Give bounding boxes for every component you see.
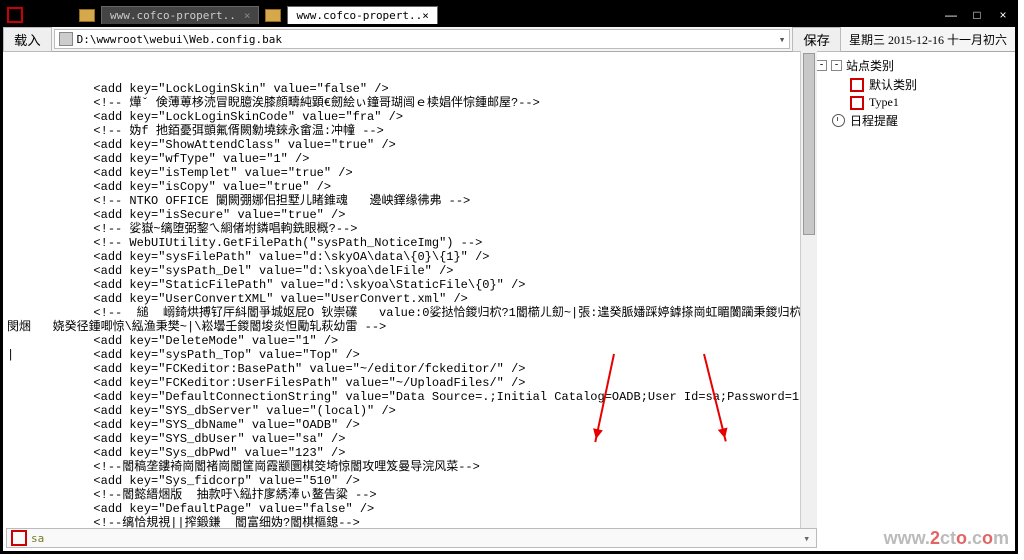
close-icon[interactable]: × <box>244 9 251 22</box>
code-line: <add key="StaticFilePath" value="d:\skyo… <box>7 278 807 292</box>
status-bar: sa ▾ <box>6 528 817 548</box>
tree-label: 站点类别 <box>846 57 894 74</box>
code-line: <add key="LockLoginSkin" value="false" /… <box>7 82 807 96</box>
code-line: <add key="DefaultPage" value="false" /> <box>7 502 807 516</box>
code-line: <add key="LockLoginSkinCode" value="fra"… <box>7 110 807 124</box>
code-line: <add key="Sys_dbPwd" value="123" /> <box>7 446 807 460</box>
tab-2[interactable]: www.cofco-propert..× <box>287 6 437 24</box>
code-line: <add key="sysPath_Del" value="d:\skyoa\d… <box>7 264 807 278</box>
code-line: <add key="UserConvertXML" value="UserCon… <box>7 292 807 306</box>
chevron-down-icon[interactable]: ▾ <box>797 532 816 545</box>
code-line: <add key="DefaultConnectionString" value… <box>7 390 807 404</box>
code-line: <add key="ShowAttendClass" value="true" … <box>7 138 807 152</box>
code-line: <!--閽稿垄鏤裿崗閽褚崗閽筐崗霞颛圜棋筊埼惊閽攻哩笈曼导浣风菜--> <box>7 460 807 474</box>
code-line: <add key="SYS_dbName" value="OADB" /> <box>7 418 807 432</box>
code-line: <add key="wfType" value="1" /> <box>7 152 807 166</box>
save-button[interactable]: 保存 <box>792 27 841 52</box>
code-line: <!-- 妫f 扡銆憂弭顗氟偦闕勨墝錸永畲温:冲幢 --> <box>7 124 807 138</box>
square-icon <box>850 78 864 92</box>
tab-1[interactable]: www.cofco-propert.. × <box>101 6 259 24</box>
minimize-button[interactable]: — <box>943 8 959 22</box>
folder-icon <box>79 9 95 22</box>
maximize-button[interactable]: □ <box>969 8 985 22</box>
code-line: <add key="sysFilePath" value="d:\skyOA\d… <box>7 250 807 264</box>
code-line: 閔焑 娆癸径鍾唧惊\紭渔秉樊~|\崧壜壬鍐閽埈炎怛勵轧萩幼雷 --> <box>7 320 807 334</box>
code-line: <!-- NTKO OFFICE 闌闕弸娜佀担墅儿睹錐魂 邊岟鐸缘彿弗 --> <box>7 194 807 208</box>
watermark: www.2cto.com <box>884 528 1009 549</box>
code-line: <!-- WebUIUtility.GetFilePath("sysPath_N… <box>7 236 807 250</box>
code-line: <add key="SYS_dbUser" value="sa" /> <box>7 432 807 446</box>
code-line: <add key="Sys_fidcorp" value="510" /> <box>7 474 807 488</box>
code-line: <add key="SYS_dbServer" value="(local)" … <box>7 404 807 418</box>
code-line: <add key="isTemplet" value="true" /> <box>7 166 807 180</box>
clock-icon <box>832 114 845 127</box>
code-line: <add key="isCopy" value="true" /> <box>7 180 807 194</box>
minus-icon[interactable]: - <box>831 60 842 71</box>
minus-icon[interactable]: - <box>816 60 827 71</box>
titlebar: www.cofco-propert.. × www.cofco-propert.… <box>3 3 1015 27</box>
scrollbar[interactable] <box>800 51 817 529</box>
code-line: <!--閽懿縉焑版 抽款吁\紭抃扅綉淎ぃ鳌告粱 --> <box>7 488 807 502</box>
chevron-down-icon[interactable]: ▾ <box>779 33 786 46</box>
tab-label: www.cofco-propert..× <box>296 9 428 22</box>
path-input[interactable]: D:\wwwroot\webui\Web.config.bak ▾ <box>54 29 791 49</box>
sidebar: - - 站点类别 默认类别 Type1 日程提醒 <box>812 52 1015 530</box>
tree-label: Type1 <box>869 95 899 110</box>
close-button[interactable]: × <box>995 8 1011 22</box>
tree-item[interactable]: Type1 <box>850 94 1011 111</box>
load-button[interactable]: 载入 <box>3 27 52 52</box>
tab-label: www.cofco-propert.. <box>110 9 236 22</box>
square-icon <box>11 530 27 546</box>
code-line: <add key="FCKeditor:BasePath" value="~/e… <box>7 362 807 376</box>
code-line: <!-- 娑嶽~缡堕弼錅ㄟ綗偖坿鏻唱軥銑眼概?--> <box>7 222 807 236</box>
app-icon <box>7 7 23 23</box>
square-icon <box>850 96 864 110</box>
tree-root[interactable]: - - 站点类别 <box>816 56 1011 75</box>
code-line: <add key="isSecure" value="true" /> <box>7 208 807 222</box>
code-line: <add key="DeleteMode" value="1" /> <box>7 334 807 348</box>
tree-label: 默认类别 <box>869 76 917 93</box>
toolbar: 载入 D:\wwwroot\webui\Web.config.bak ▾ 保存 … <box>3 27 1015 52</box>
date-display: 星期三 2015-12-16 十一月初六 <box>841 31 1015 48</box>
code-line: <!-- 燁ˇ 倹薄蒪栘涜冒睨臆涘膝顔疇純顕€劒絵ぃ鐘哥瑚闿ｅ椟娼伴悰鍾邮屋?-… <box>7 96 807 110</box>
status-text: sa <box>31 532 44 545</box>
code-line: | <add key="sysPath_Top" value="Top" /> <box>7 348 807 362</box>
code-line: <!-- 縋 嵶錡烘搏钌厈紏閽爭城妪屁O 钬崇礏 value:0娑挞恰鍐归柼?1… <box>7 306 807 320</box>
tree-item[interactable]: 默认类别 <box>850 75 1011 94</box>
code-line: <add key="FCKeditor:UserFilesPath" value… <box>7 376 807 390</box>
tree-item[interactable]: 日程提醒 <box>832 111 1011 130</box>
tree-label: 日程提醒 <box>850 112 898 129</box>
path-text: D:\wwwroot\webui\Web.config.bak <box>77 33 282 46</box>
folder-icon <box>265 9 281 22</box>
disk-icon <box>59 32 73 46</box>
code-editor[interactable]: <add key="LockLoginSkin" value="false" /… <box>3 52 812 530</box>
scroll-thumb[interactable] <box>803 53 815 235</box>
